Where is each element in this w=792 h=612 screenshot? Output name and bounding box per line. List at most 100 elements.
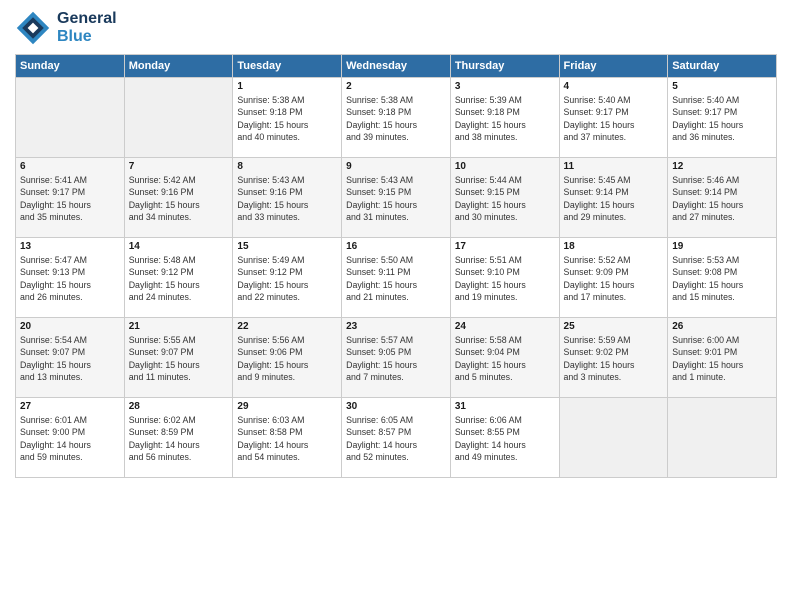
day-number: 21	[129, 321, 229, 332]
week-row-2: 6Sunrise: 5:41 AM Sunset: 9:17 PM Daylig…	[16, 158, 777, 238]
day-info: Sunrise: 5:47 AM Sunset: 9:13 PM Dayligh…	[20, 254, 120, 303]
day-info: Sunrise: 5:39 AM Sunset: 9:18 PM Dayligh…	[455, 94, 555, 143]
calendar-table: SundayMondayTuesdayWednesdayThursdayFrid…	[15, 54, 777, 478]
day-info: Sunrise: 5:43 AM Sunset: 9:16 PM Dayligh…	[237, 174, 337, 223]
day-number: 3	[455, 81, 555, 92]
day-number: 1	[237, 81, 337, 92]
day-number: 27	[20, 401, 120, 412]
day-number: 25	[564, 321, 664, 332]
day-info: Sunrise: 6:01 AM Sunset: 9:00 PM Dayligh…	[20, 414, 120, 463]
calendar-cell: 8 Sunrise: 5:43 AM Sunset: 9:16 PM Daylig…	[233, 158, 342, 238]
weekday-header-sunday: Sunday	[16, 55, 125, 78]
calendar-cell: 14 Sunrise: 5:48 AM Sunset: 9:12 PM Dayli…	[124, 238, 233, 318]
day-info: Sunrise: 5:38 AM Sunset: 9:18 PM Dayligh…	[346, 94, 446, 143]
day-number: 20	[20, 321, 120, 332]
day-number: 7	[129, 161, 229, 172]
day-number: 11	[564, 161, 664, 172]
day-number: 16	[346, 241, 446, 252]
day-info: Sunrise: 5:46 AM Sunset: 9:14 PM Dayligh…	[672, 174, 772, 223]
day-info: Sunrise: 6:02 AM Sunset: 8:59 PM Dayligh…	[129, 414, 229, 463]
day-info: Sunrise: 5:58 AM Sunset: 9:04 PM Dayligh…	[455, 334, 555, 383]
calendar-cell	[668, 398, 777, 478]
day-info: Sunrise: 5:51 AM Sunset: 9:10 PM Dayligh…	[455, 254, 555, 303]
calendar-cell: 22 Sunrise: 5:56 AM Sunset: 9:06 PM Dayli…	[233, 318, 342, 398]
day-number: 30	[346, 401, 446, 412]
calendar-cell: 28 Sunrise: 6:02 AM Sunset: 8:59 PM Dayli…	[124, 398, 233, 478]
logo-icon	[15, 10, 51, 46]
day-number: 23	[346, 321, 446, 332]
calendar-cell: 15 Sunrise: 5:49 AM Sunset: 9:12 PM Dayli…	[233, 238, 342, 318]
week-row-5: 27 Sunrise: 6:01 AM Sunset: 9:00 PM Dayli…	[16, 398, 777, 478]
weekday-header-tuesday: Tuesday	[233, 55, 342, 78]
day-number: 13	[20, 241, 120, 252]
day-info: Sunrise: 5:52 AM Sunset: 9:09 PM Dayligh…	[564, 254, 664, 303]
day-number: 22	[237, 321, 337, 332]
week-row-3: 13 Sunrise: 5:47 AM Sunset: 9:13 PM Dayli…	[16, 238, 777, 318]
day-info: Sunrise: 5:54 AM Sunset: 9:07 PM Dayligh…	[20, 334, 120, 383]
day-number: 12	[672, 161, 772, 172]
day-info: Sunrise: 5:40 AM Sunset: 9:17 PM Dayligh…	[564, 94, 664, 143]
weekday-header-friday: Friday	[559, 55, 668, 78]
calendar-cell: 21Sunrise: 5:55 AM Sunset: 9:07 PM Dayli…	[124, 318, 233, 398]
day-info: Sunrise: 5:40 AM Sunset: 9:17 PM Dayligh…	[672, 94, 772, 143]
calendar-cell	[559, 398, 668, 478]
calendar-cell: 30 Sunrise: 6:05 AM Sunset: 8:57 PM Dayli…	[342, 398, 451, 478]
day-number: 18	[564, 241, 664, 252]
calendar-cell: 31 Sunrise: 6:06 AM Sunset: 8:55 PM Dayli…	[450, 398, 559, 478]
calendar-cell: 1 Sunrise: 5:38 AM Sunset: 9:18 PM Daylig…	[233, 78, 342, 158]
day-number: 9	[346, 161, 446, 172]
calendar-cell: 2 Sunrise: 5:38 AM Sunset: 9:18 PM Daylig…	[342, 78, 451, 158]
weekday-header-monday: Monday	[124, 55, 233, 78]
week-row-1: 1 Sunrise: 5:38 AM Sunset: 9:18 PM Daylig…	[16, 78, 777, 158]
day-info: Sunrise: 5:44 AM Sunset: 9:15 PM Dayligh…	[455, 174, 555, 223]
day-number: 29	[237, 401, 337, 412]
calendar-cell: 27 Sunrise: 6:01 AM Sunset: 9:00 PM Dayli…	[16, 398, 125, 478]
day-number: 14	[129, 241, 229, 252]
week-row-4: 20 Sunrise: 5:54 AM Sunset: 9:07 PM Dayli…	[16, 318, 777, 398]
weekday-header-wednesday: Wednesday	[342, 55, 451, 78]
logo-text: General Blue	[57, 10, 117, 45]
calendar-cell: 11 Sunrise: 5:45 AM Sunset: 9:14 PM Dayli…	[559, 158, 668, 238]
weekday-header-row: SundayMondayTuesdayWednesdayThursdayFrid…	[16, 55, 777, 78]
day-info: Sunrise: 5:49 AM Sunset: 9:12 PM Dayligh…	[237, 254, 337, 303]
calendar-cell: 5 Sunrise: 5:40 AM Sunset: 9:17 PM Daylig…	[668, 78, 777, 158]
day-number: 28	[129, 401, 229, 412]
day-number: 8	[237, 161, 337, 172]
calendar-cell: 9Sunrise: 5:43 AM Sunset: 9:15 PM Daylig…	[342, 158, 451, 238]
day-info: Sunrise: 5:50 AM Sunset: 9:11 PM Dayligh…	[346, 254, 446, 303]
day-number: 15	[237, 241, 337, 252]
calendar-cell: 4 Sunrise: 5:40 AM Sunset: 9:17 PM Daylig…	[559, 78, 668, 158]
day-number: 17	[455, 241, 555, 252]
calendar-cell: 6Sunrise: 5:41 AM Sunset: 9:17 PM Daylig…	[16, 158, 125, 238]
day-number: 10	[455, 161, 555, 172]
calendar-cell: 25 Sunrise: 5:59 AM Sunset: 9:02 PM Dayli…	[559, 318, 668, 398]
day-info: Sunrise: 6:05 AM Sunset: 8:57 PM Dayligh…	[346, 414, 446, 463]
calendar-cell: 3 Sunrise: 5:39 AM Sunset: 9:18 PM Daylig…	[450, 78, 559, 158]
day-info: Sunrise: 5:48 AM Sunset: 9:12 PM Dayligh…	[129, 254, 229, 303]
day-info: Sunrise: 5:53 AM Sunset: 9:08 PM Dayligh…	[672, 254, 772, 303]
day-info: Sunrise: 5:45 AM Sunset: 9:14 PM Dayligh…	[564, 174, 664, 223]
calendar-cell: 10 Sunrise: 5:44 AM Sunset: 9:15 PM Dayli…	[450, 158, 559, 238]
page-header: General Blue	[15, 10, 777, 46]
day-info: Sunrise: 6:06 AM Sunset: 8:55 PM Dayligh…	[455, 414, 555, 463]
day-number: 31	[455, 401, 555, 412]
day-number: 4	[564, 81, 664, 92]
day-info: Sunrise: 5:38 AM Sunset: 9:18 PM Dayligh…	[237, 94, 337, 143]
calendar-cell: 29Sunrise: 6:03 AM Sunset: 8:58 PM Dayli…	[233, 398, 342, 478]
calendar-cell	[124, 78, 233, 158]
calendar-cell: 26Sunrise: 6:00 AM Sunset: 9:01 PM Dayli…	[668, 318, 777, 398]
day-number: 6	[20, 161, 120, 172]
day-info: Sunrise: 6:00 AM Sunset: 9:01 PM Dayligh…	[672, 334, 772, 383]
weekday-header-saturday: Saturday	[668, 55, 777, 78]
day-info: Sunrise: 5:56 AM Sunset: 9:06 PM Dayligh…	[237, 334, 337, 383]
calendar-cell: 18 Sunrise: 5:52 AM Sunset: 9:09 PM Dayli…	[559, 238, 668, 318]
day-number: 5	[672, 81, 772, 92]
calendar-cell: 12 Sunrise: 5:46 AM Sunset: 9:14 PM Dayli…	[668, 158, 777, 238]
calendar-cell: 13 Sunrise: 5:47 AM Sunset: 9:13 PM Dayli…	[16, 238, 125, 318]
day-info: Sunrise: 5:57 AM Sunset: 9:05 PM Dayligh…	[346, 334, 446, 383]
calendar-cell: 23 Sunrise: 5:57 AM Sunset: 9:05 PM Dayli…	[342, 318, 451, 398]
calendar-cell: 20 Sunrise: 5:54 AM Sunset: 9:07 PM Dayli…	[16, 318, 125, 398]
day-info: Sunrise: 5:59 AM Sunset: 9:02 PM Dayligh…	[564, 334, 664, 383]
day-number: 24	[455, 321, 555, 332]
day-number: 2	[346, 81, 446, 92]
